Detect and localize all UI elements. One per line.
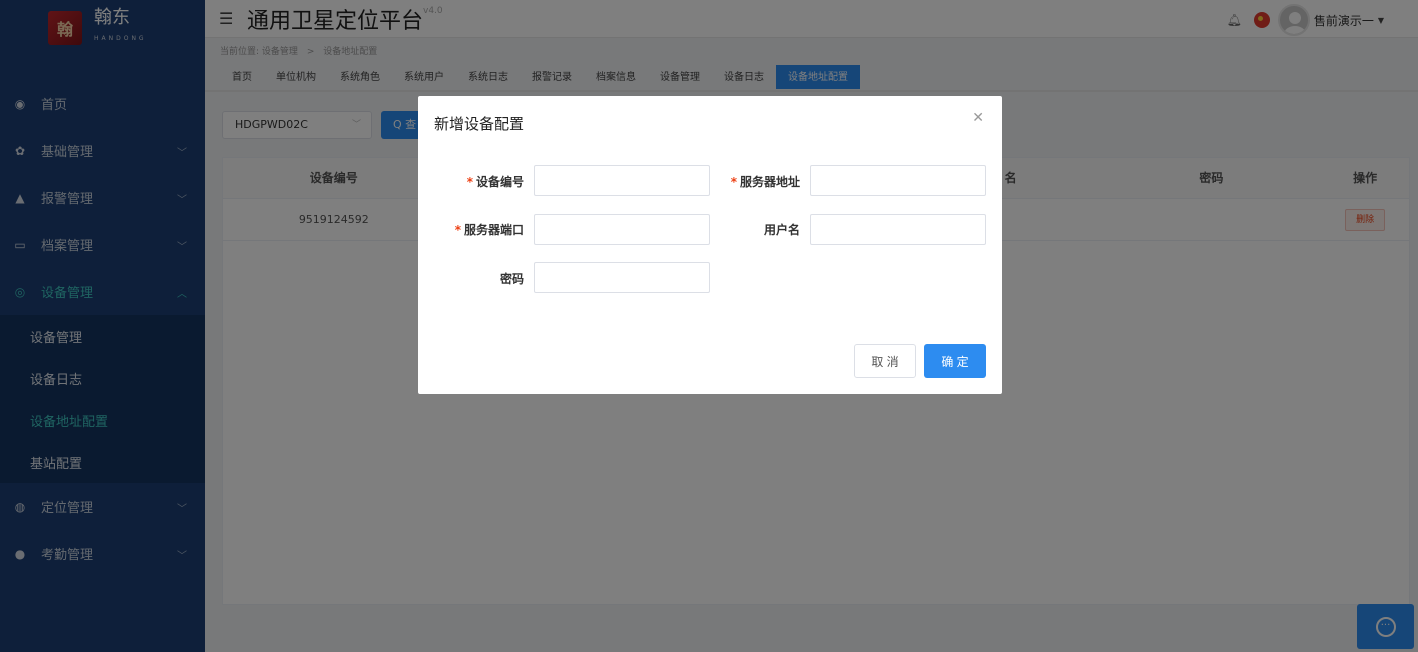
username-label: 用户名 [763, 223, 800, 237]
password-label: 密码 [499, 272, 524, 286]
server-port-label: * 服务器端口 [454, 223, 524, 237]
cancel-button[interactable]: 取 消 [854, 344, 916, 378]
required-mark: * [466, 175, 473, 189]
username-input[interactable] [810, 214, 986, 245]
modal-title: 新增设备配置 [434, 115, 525, 133]
password-input[interactable] [534, 262, 710, 293]
confirm-button[interactable]: 确 定 [924, 344, 986, 378]
device-no-input[interactable] [534, 165, 710, 196]
server-address-input[interactable] [810, 165, 986, 196]
close-icon[interactable]: ✕ [972, 110, 984, 126]
server-address-label: * 服务器地址 [730, 175, 800, 189]
required-mark: * [454, 223, 461, 237]
required-mark: * [730, 175, 737, 189]
add-device-config-modal: 新增设备配置 ✕ * 设备编号 * 服务器地址 * 服务器端口 用户名 密码 取 消 … [418, 96, 1002, 394]
device-no-label: * 设备编号 [466, 175, 524, 189]
server-port-input[interactable] [534, 214, 710, 245]
